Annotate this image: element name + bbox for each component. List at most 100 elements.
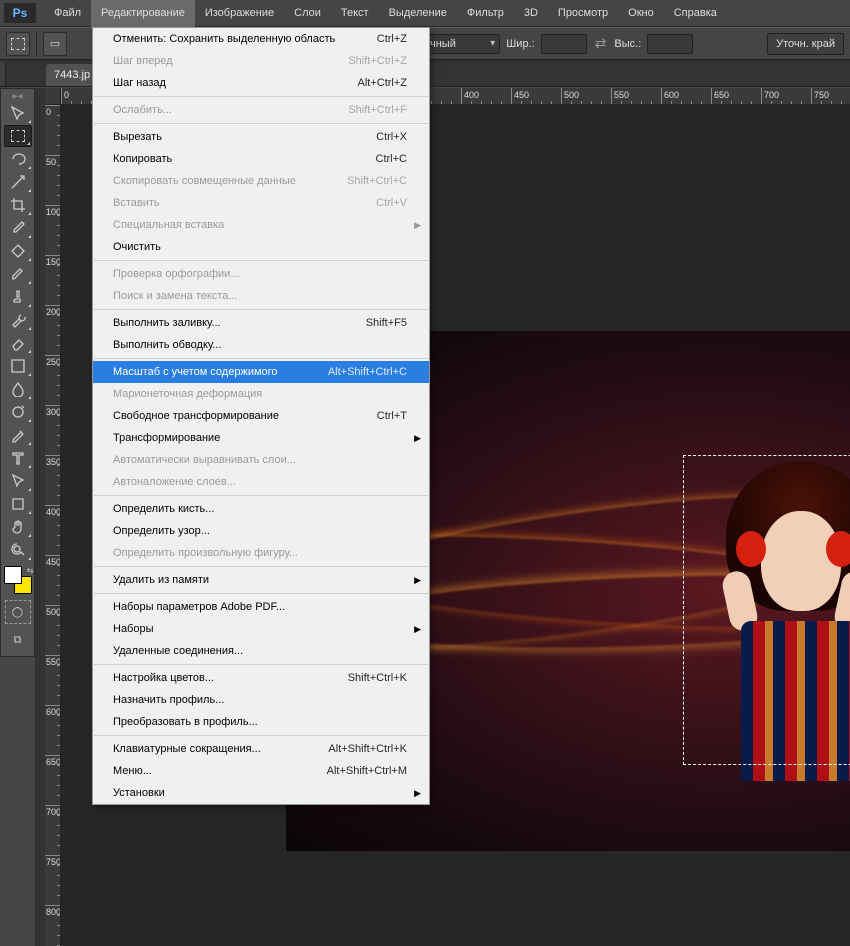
- menu-item[interactable]: Свободное трансформированиеCtrl+T: [93, 405, 429, 427]
- hand-tool-icon[interactable]: [4, 516, 32, 538]
- submenu-arrow-icon: ▶: [414, 575, 421, 586]
- menu-item[interactable]: Наборы параметров Adobe PDF...: [93, 596, 429, 618]
- bool-new-icon[interactable]: ▭: [43, 32, 67, 56]
- document-tab-title: 7443.jp: [54, 69, 90, 81]
- menu-item[interactable]: Назначить профиль...: [93, 689, 429, 711]
- lasso-tool-icon[interactable]: [4, 148, 32, 170]
- type-tool-icon[interactable]: [4, 447, 32, 469]
- menu-item[interactable]: Настройка цветов...Shift+Ctrl+K: [93, 667, 429, 689]
- brush-tool-icon[interactable]: [4, 263, 32, 285]
- menu-item[interactable]: Очистить: [93, 236, 429, 258]
- refine-edge-button[interactable]: Уточн. край: [767, 33, 844, 55]
- menu-item-label: Проверка орфографии...: [113, 268, 407, 280]
- menu-3d[interactable]: 3D: [514, 0, 548, 27]
- menu-item[interactable]: Масштаб с учетом содержимогоAlt+Shift+Ct…: [93, 361, 429, 383]
- healing-tool-icon[interactable]: [4, 240, 32, 262]
- quickmask-toggle-icon[interactable]: ◯: [5, 600, 31, 624]
- menu-item-label: Очистить: [113, 241, 407, 253]
- main-menubar: Ps ФайлРедактированиеИзображениеСлоиТекс…: [0, 0, 850, 27]
- menu-файл[interactable]: Файл: [44, 0, 91, 27]
- menu-item[interactable]: Меню...Alt+Shift+Ctrl+M: [93, 760, 429, 782]
- menu-просмотр[interactable]: Просмотр: [548, 0, 618, 27]
- menu-item-label: Свободное трансформирование: [113, 410, 377, 422]
- menu-item[interactable]: Определить узор...: [93, 520, 429, 542]
- menu-item-shortcut: Ctrl+Z: [377, 33, 407, 45]
- zoom-tool-icon[interactable]: [4, 539, 32, 561]
- menu-item-label: Определить кисть...: [113, 503, 407, 515]
- fg-color-swatch[interactable]: [4, 566, 22, 584]
- menu-справка[interactable]: Справка: [664, 0, 727, 27]
- menu-фильтр[interactable]: Фильтр: [457, 0, 514, 27]
- tool-preset-icon[interactable]: [6, 32, 30, 56]
- menu-текст[interactable]: Текст: [331, 0, 379, 27]
- menu-item-shortcut: Ctrl+C: [376, 153, 407, 165]
- color-swatches[interactable]: ⇆: [4, 566, 32, 594]
- menu-item[interactable]: Шаг назадAlt+Ctrl+Z: [93, 72, 429, 94]
- tools-panel: ▸◂ ⇆ ◯ ⧉: [0, 88, 35, 657]
- menu-item[interactable]: Удаленные соединения...: [93, 640, 429, 662]
- panel-grip-icon[interactable]: ▸◂: [3, 91, 32, 101]
- history-brush-tool-icon[interactable]: [4, 309, 32, 331]
- menu-item-label: Удалить из памяти: [113, 574, 407, 586]
- pen-tool-icon[interactable]: [4, 424, 32, 446]
- path-select-tool-icon[interactable]: [4, 470, 32, 492]
- wand-tool-icon[interactable]: [4, 171, 32, 193]
- menu-item-shortcut: Ctrl+V: [376, 197, 407, 209]
- menu-item[interactable]: Преобразовать в профиль...: [93, 711, 429, 733]
- menu-item-shortcut: Shift+Ctrl+C: [347, 175, 407, 187]
- menu-item[interactable]: Трансформирование▶: [93, 427, 429, 449]
- stamp-tool-icon[interactable]: [4, 286, 32, 308]
- menu-item-label: Наборы параметров Adobe PDF...: [113, 601, 407, 613]
- menu-separator: [94, 593, 428, 594]
- menu-item[interactable]: Удалить из памяти ▶: [93, 569, 429, 591]
- marquee-tool-icon[interactable]: [4, 125, 32, 147]
- menu-separator: [94, 664, 428, 665]
- menu-item[interactable]: КопироватьCtrl+C: [93, 148, 429, 170]
- swap-colors-icon[interactable]: ⇆: [27, 566, 34, 575]
- panel-stripe: [0, 62, 6, 86]
- edit-menu-dropdown: Отменить: Сохранить выделенную областьCt…: [92, 27, 430, 805]
- menu-item[interactable]: ВырезатьCtrl+X: [93, 126, 429, 148]
- menu-item[interactable]: Установки▶: [93, 782, 429, 804]
- menu-item-label: Шаг назад: [113, 77, 357, 89]
- menu-item[interactable]: Наборы▶: [93, 618, 429, 640]
- menu-item-label: Определить произвольную фигуру...: [113, 547, 407, 559]
- crop-tool-icon[interactable]: [4, 194, 32, 216]
- vertical-ruler[interactable]: 0501001502002503003504004505005506006507…: [45, 105, 61, 946]
- menu-item: ВставитьCtrl+V: [93, 192, 429, 214]
- swap-dims-icon[interactable]: ⇄: [593, 35, 609, 52]
- menu-item-label: Скопировать совмещенные данные: [113, 175, 347, 187]
- menu-выделение[interactable]: Выделение: [379, 0, 457, 27]
- eyedropper-tool-icon[interactable]: [4, 217, 32, 239]
- menu-item-label: Трансформирование: [113, 432, 407, 444]
- menu-item[interactable]: Выполнить заливку...Shift+F5: [93, 312, 429, 334]
- height-input[interactable]: [647, 34, 693, 54]
- menu-изображение[interactable]: Изображение: [195, 0, 284, 27]
- menu-слои[interactable]: Слои: [284, 0, 331, 27]
- width-input[interactable]: [541, 34, 587, 54]
- shape-tool-icon[interactable]: [4, 493, 32, 515]
- menu-item-shortcut: Shift+Ctrl+F: [348, 104, 407, 116]
- blur-tool-icon[interactable]: [4, 378, 32, 400]
- move-tool-icon[interactable]: [4, 102, 32, 124]
- submenu-arrow-icon: ▶: [414, 624, 421, 635]
- menu-item[interactable]: Клавиатурные сокращения...Alt+Shift+Ctrl…: [93, 738, 429, 760]
- menu-item[interactable]: Отменить: Сохранить выделенную областьCt…: [93, 28, 429, 50]
- menu-редактирование[interactable]: Редактирование: [91, 0, 195, 27]
- eraser-tool-icon[interactable]: [4, 332, 32, 354]
- menu-item: Автоналожение слоев...: [93, 471, 429, 493]
- menu-separator: [94, 495, 428, 496]
- gradient-tool-icon[interactable]: [4, 355, 32, 377]
- ruler-origin[interactable]: [45, 88, 61, 105]
- screenmode-icon[interactable]: ⧉: [5, 628, 31, 652]
- dodge-tool-icon[interactable]: [4, 401, 32, 423]
- menu-item[interactable]: Выполнить обводку...: [93, 334, 429, 356]
- menu-item[interactable]: Определить кисть...: [93, 498, 429, 520]
- menu-item-shortcut: Alt+Shift+Ctrl+M: [327, 765, 407, 777]
- menu-item-label: Поиск и замена текста...: [113, 290, 407, 302]
- menu-item-label: Удаленные соединения...: [113, 645, 407, 657]
- menu-item-shortcut: Ctrl+X: [376, 131, 407, 143]
- menu-separator: [94, 309, 428, 310]
- menu-item-label: Вырезать: [113, 131, 376, 143]
- menu-окно[interactable]: Окно: [618, 0, 664, 27]
